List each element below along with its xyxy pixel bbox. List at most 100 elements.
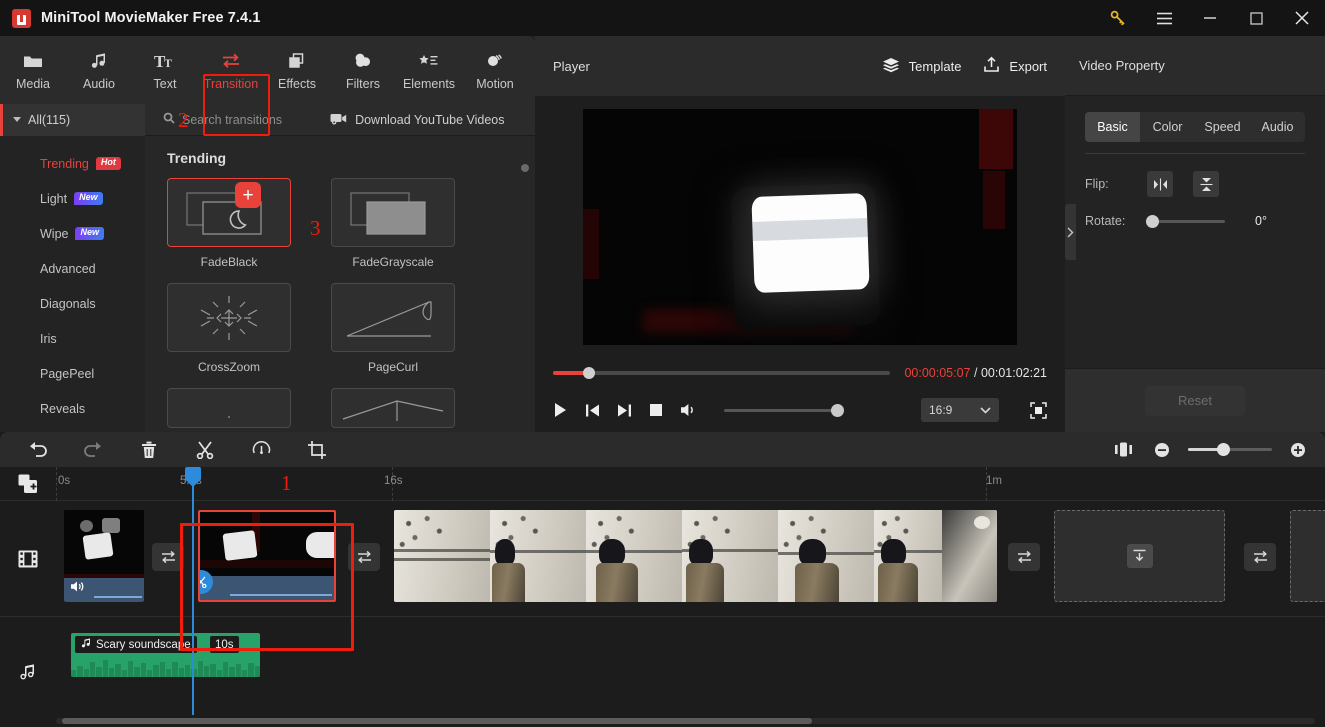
audio-track[interactable]: Scary soundscape 10s — [56, 617, 1325, 727]
volume-slider[interactable] — [724, 403, 844, 417]
rotate-handle[interactable] — [1146, 214, 1159, 228]
tab-text[interactable]: TT Text — [132, 39, 198, 101]
video-property-panel: Video Property Basic Color Speed Audio F… — [1065, 36, 1325, 432]
key-icon[interactable] — [1095, 0, 1141, 36]
split-button[interactable] — [192, 437, 218, 463]
tab-basic[interactable]: Basic — [1085, 112, 1140, 142]
stop-button[interactable] — [649, 403, 663, 417]
volume-handle[interactable] — [831, 403, 844, 417]
ruler-label: 16s — [384, 475, 403, 487]
play-button[interactable] — [553, 402, 568, 418]
sidebar-item-diagonals[interactable]: Diagonals — [0, 286, 145, 321]
flip-horizontal-icon[interactable] — [1147, 171, 1173, 197]
scene-red-glow-2 — [983, 171, 1005, 229]
fit-timeline-icon[interactable] — [1110, 437, 1136, 463]
sidebar-item-wipe[interactable]: Wipe New — [0, 216, 145, 251]
zoom-out-icon[interactable] — [1149, 437, 1175, 463]
window-controls — [1095, 0, 1325, 36]
skip-next-icon[interactable] — [617, 403, 632, 418]
timeline-track-headers — [0, 467, 56, 727]
close-icon[interactable] — [1279, 0, 1325, 36]
sidebar-item-trending[interactable]: Trending Hot — [0, 146, 145, 181]
transition-item-fadeblack[interactable]: FadeBlack + — [167, 178, 291, 269]
aspect-ratio-select[interactable]: 16:9 — [921, 398, 999, 422]
transition-slot-3[interactable] — [1008, 543, 1040, 571]
rotate-slider[interactable] — [1146, 214, 1225, 228]
sidebar-item-iris[interactable]: Iris — [0, 321, 145, 356]
chevron-right-icon[interactable] — [1065, 204, 1076, 260]
flip-vertical-icon[interactable] — [1193, 171, 1219, 197]
timeline-clip-3[interactable] — [394, 510, 997, 602]
progress-handle[interactable] — [583, 367, 596, 379]
timeline-ruler[interactable]: 0s 5.3s 16s 1m 1 — [56, 467, 1325, 501]
video-preview-area[interactable] — [535, 96, 1065, 358]
transition-slot-2[interactable] — [348, 543, 380, 571]
timeline-clip-1[interactable] — [64, 510, 144, 602]
tab-audio[interactable]: Audio — [66, 39, 132, 101]
download-label: Download YouTube Videos — [355, 112, 505, 127]
speed-button[interactable] — [248, 437, 274, 463]
tab-color[interactable]: Color — [1140, 112, 1195, 142]
category-header[interactable]: All(115) — [0, 103, 145, 136]
transition-slot-4[interactable] — [1244, 543, 1276, 571]
transition-slot-1[interactable] — [152, 543, 184, 571]
download-youtube-button[interactable]: Download YouTube Videos — [330, 112, 505, 128]
playhead[interactable] — [185, 467, 201, 715]
add-media-icon[interactable] — [0, 467, 56, 501]
transition-scrollbar[interactable] — [521, 164, 529, 172]
sidebar-item-light[interactable]: Light New — [0, 181, 145, 216]
transition-label: PageCurl — [367, 360, 419, 374]
search-input[interactable]: Search transitions — [145, 112, 282, 127]
undo-button[interactable] — [24, 437, 50, 463]
transition-item-fadegrayscale[interactable]: FadeGrayscale — [331, 178, 455, 269]
scene-red-glow-1 — [979, 109, 1013, 169]
tab-elements[interactable]: Elements — [396, 39, 462, 101]
timeline-zoom-slider[interactable] — [1188, 443, 1272, 456]
reset-button[interactable]: Reset — [1145, 385, 1245, 416]
hamburger-menu-icon[interactable] — [1141, 0, 1187, 36]
playback-progress-bar[interactable] — [553, 367, 891, 379]
tab-motion[interactable]: Motion — [462, 39, 528, 101]
module-tab-bar: Media Audio TT Text Transition Effects F… — [0, 36, 535, 136]
sidebar-item-advanced[interactable]: Advanced — [0, 251, 145, 286]
transition-item-partial-right[interactable] — [331, 388, 455, 428]
maximize-icon[interactable] — [1233, 0, 1279, 36]
timeline-clip-2[interactable] — [198, 510, 336, 602]
audio-clip[interactable]: Scary soundscape 10s — [71, 633, 260, 677]
tab-audio[interactable]: Audio — [1250, 112, 1305, 142]
zoom-handle[interactable] — [1216, 443, 1230, 456]
crop-button[interactable] — [304, 437, 330, 463]
tab-effects[interactable]: Effects — [264, 39, 330, 101]
skip-previous-icon[interactable] — [585, 403, 600, 418]
volume-button[interactable] — [680, 402, 699, 418]
drop-media-placeholder[interactable] — [1054, 510, 1225, 602]
export-button[interactable]: Export — [983, 56, 1047, 76]
transition-item-pagecurl[interactable]: PageCurl — [331, 283, 455, 374]
tab-filters[interactable]: Filters — [330, 39, 396, 101]
add-transition-button[interactable]: + — [235, 182, 261, 208]
tab-speed[interactable]: Speed — [1195, 112, 1250, 142]
partial-transition-icon — [167, 388, 291, 428]
transition-item-partial-left[interactable] — [167, 388, 291, 428]
template-button[interactable]: Template — [882, 57, 961, 76]
tab-transition[interactable]: Transition — [198, 39, 264, 101]
tab-media[interactable]: Media — [0, 39, 66, 101]
title-bar: MiniTool MovieMaker Free 7.4.1 — [0, 0, 1325, 36]
transition-item-crosszoom[interactable]: CrossZoom — [167, 283, 291, 374]
category-label: PagePeel — [40, 366, 95, 381]
video-track[interactable] — [56, 501, 1325, 617]
sidebar-item-reveals[interactable]: Reveals — [0, 391, 145, 426]
category-label: Trending — [40, 156, 89, 171]
timeline-horizontal-scrollbar[interactable] — [56, 718, 1315, 724]
fullscreen-icon[interactable] — [1030, 401, 1047, 419]
minimize-icon[interactable] — [1187, 0, 1233, 36]
volume-icon[interactable] — [70, 580, 85, 598]
timeline-tracks[interactable]: 0s 5.3s 16s 1m 1 — [56, 467, 1325, 727]
sidebar-item-pagepeel[interactable]: PagePeel — [0, 356, 145, 391]
video-frame — [583, 109, 1017, 345]
redo-button[interactable] — [80, 437, 106, 463]
delete-button[interactable] — [136, 437, 162, 463]
zoom-in-icon[interactable] — [1285, 437, 1311, 463]
tab-label: Motion — [476, 77, 514, 91]
drop-media-placeholder-2[interactable] — [1290, 510, 1325, 602]
